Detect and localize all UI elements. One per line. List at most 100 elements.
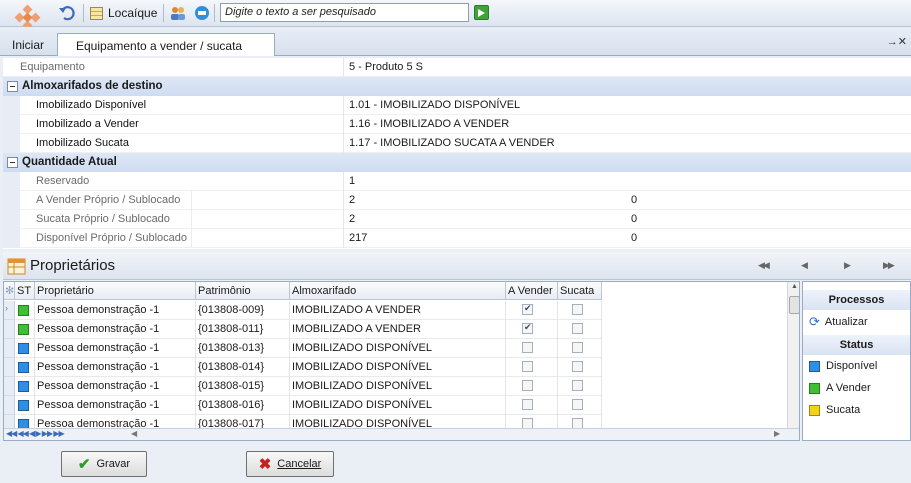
owner-cell[interactable]: Pessoa demonstração -1 bbox=[35, 320, 196, 339]
sucata-checkbox[interactable] bbox=[572, 380, 583, 391]
next-page-icon[interactable]: ▶ bbox=[844, 260, 851, 271]
tab-equipamento[interactable]: Equipamento a vender / sucata bbox=[57, 33, 275, 56]
sucata-checkbox[interactable] bbox=[572, 304, 583, 315]
tab-iniciar[interactable]: Iniciar bbox=[2, 33, 54, 56]
row-indicator[interactable] bbox=[4, 396, 15, 415]
owner-cell[interactable]: Pessoa demonstração -1 bbox=[35, 377, 196, 396]
sucata-cell bbox=[558, 377, 602, 396]
row-indicator[interactable] bbox=[4, 358, 15, 377]
column-header-a-vender[interactable]: A Vender bbox=[506, 282, 558, 300]
gravar-button[interactable]: ✔ Gravar bbox=[61, 451, 147, 477]
record-navigator-icon[interactable]: ◀◀ ◀◀ ◀ ▶ ▶▶ ▶▶ bbox=[6, 429, 65, 438]
asset-cell[interactable]: {013808-016} bbox=[196, 396, 290, 415]
users-icon[interactable] bbox=[170, 4, 186, 22]
table-row[interactable]: Pessoa demonstração -1 {013808-013} IMOBIL… bbox=[4, 339, 604, 358]
status-cell bbox=[15, 377, 35, 396]
undo-icon[interactable] bbox=[58, 4, 76, 22]
a-vender-checkbox[interactable] bbox=[522, 380, 533, 391]
a-vender-checkbox[interactable] bbox=[522, 399, 533, 410]
property-value[interactable]: 1.16 - IMOBILIZADO A VENDER bbox=[349, 118, 509, 130]
sucata-checkbox[interactable] bbox=[572, 399, 583, 410]
search-placeholder: Digite o texto a ser pesquisado bbox=[225, 6, 377, 18]
property-value[interactable]: 1.01 - IMOBILIZADO DISPONÍVEL bbox=[349, 99, 520, 111]
grid-corner: ✻ bbox=[4, 282, 15, 300]
refresh-icon: ⟳ bbox=[809, 314, 820, 329]
sucata-checkbox[interactable] bbox=[572, 323, 583, 334]
column-header-st[interactable]: ST bbox=[15, 282, 35, 300]
a-vender-cell bbox=[506, 301, 558, 320]
owners-header: Proprietários ◀◀ ◀ ▶ ▶▶ bbox=[3, 252, 911, 280]
column-header-sucata[interactable]: Sucata bbox=[558, 282, 602, 300]
property-row: A Vender Próprio / Sublocado 2 0 bbox=[3, 191, 911, 210]
section-quantidade[interactable]: Quantidade Atual bbox=[3, 153, 911, 172]
collapse-icon[interactable] bbox=[7, 157, 18, 168]
table-row[interactable]: Pessoa demonstração -1 {013808-011} IMOBIL… bbox=[4, 320, 604, 339]
property-row: Imobilizado Disponível 1.01 - IMOBILIZAD… bbox=[3, 96, 911, 115]
asset-cell[interactable]: {013808-009} bbox=[196, 301, 290, 320]
asset-cell[interactable]: {013808-013} bbox=[196, 339, 290, 358]
sucata-checkbox[interactable] bbox=[572, 361, 583, 372]
toolbar: Locaíque Digite o texto a ser pesquisado bbox=[0, 0, 911, 27]
a-vender-checkbox[interactable] bbox=[522, 322, 533, 334]
last-page-icon[interactable]: ▶▶ bbox=[883, 260, 895, 271]
search-input[interactable]: Digite o texto a ser pesquisado bbox=[220, 3, 469, 22]
owner-cell[interactable]: Pessoa demonstração -1 bbox=[35, 396, 196, 415]
search-go-icon[interactable] bbox=[474, 5, 489, 20]
column-header-patrimonio[interactable]: Patrimônio bbox=[196, 282, 290, 300]
row-indicator[interactable]: › bbox=[4, 301, 15, 320]
locaique-button[interactable]: Locaíque bbox=[90, 4, 157, 22]
warehouse-cell[interactable]: IMOBILIZADO DISPONÍVEL bbox=[290, 377, 506, 396]
a-vender-checkbox[interactable] bbox=[522, 361, 533, 372]
property-value-sublocado: 0 bbox=[631, 194, 638, 206]
property-value[interactable]: 1.17 - IMOBILIZADO SUCATA A VENDER bbox=[349, 137, 555, 149]
a-vender-checkbox[interactable] bbox=[522, 303, 533, 315]
cancelar-button[interactable]: ✖ Cancelar bbox=[246, 451, 334, 477]
owner-cell[interactable]: Pessoa demonstração -1 bbox=[35, 339, 196, 358]
scroll-thumb[interactable] bbox=[789, 296, 799, 314]
section-almoxarifados[interactable]: Almoxarifados de destino bbox=[3, 77, 911, 96]
prev-page-icon[interactable]: ◀ bbox=[801, 260, 808, 271]
side-panel: Processos ⟳ Atualizar Status Disponível … bbox=[802, 281, 911, 441]
property-value-proprio: 2 bbox=[349, 194, 356, 206]
status-cell bbox=[15, 339, 35, 358]
a-vender-checkbox[interactable] bbox=[522, 342, 533, 353]
warehouse-cell[interactable]: IMOBILIZADO A VENDER bbox=[290, 301, 506, 320]
property-label: Imobilizado Sucata bbox=[36, 137, 129, 149]
status-label: Disponível bbox=[826, 360, 878, 372]
table-row[interactable]: Pessoa demonstração -1 {013808-014} IMOBIL… bbox=[4, 358, 604, 377]
warehouse-cell[interactable]: IMOBILIZADO A VENDER bbox=[290, 320, 506, 339]
scroll-right-icon[interactable]: ▶ bbox=[774, 429, 780, 438]
vertical-scrollbar[interactable]: ▲ bbox=[787, 282, 799, 428]
warehouse-cell[interactable]: IMOBILIZADO DISPONÍVEL bbox=[290, 339, 506, 358]
column-header-proprietario[interactable]: Proprietário bbox=[35, 282, 196, 300]
window-icon[interactable] bbox=[194, 4, 210, 22]
scroll-up-icon[interactable]: ▲ bbox=[789, 283, 799, 293]
row-indicator[interactable] bbox=[4, 320, 15, 339]
table-row[interactable]: Pessoa demonstração -1 {013808-015} IMOBIL… bbox=[4, 377, 604, 396]
sucata-checkbox[interactable] bbox=[572, 342, 583, 353]
asset-cell[interactable]: {013808-014} bbox=[196, 358, 290, 377]
first-page-icon[interactable]: ◀◀ bbox=[758, 260, 770, 271]
owner-cell[interactable]: Pessoa demonstração -1 bbox=[35, 358, 196, 377]
table-row[interactable]: Pessoa demonstração -1 {013808-016} IMOBIL… bbox=[4, 396, 604, 415]
warehouse-cell[interactable]: IMOBILIZADO DISPONÍVEL bbox=[290, 396, 506, 415]
asset-cell[interactable]: {013808-015} bbox=[196, 377, 290, 396]
column-header-almoxarifado[interactable]: Almoxarifado bbox=[290, 282, 506, 300]
atualizar-button[interactable]: ⟳ Atualizar bbox=[809, 314, 868, 330]
status-label: Sucata bbox=[826, 404, 861, 416]
row-indicator[interactable] bbox=[4, 377, 15, 396]
close-tab-icon[interactable]: →✕ bbox=[887, 35, 907, 48]
owner-cell[interactable]: Pessoa demonstração -1 bbox=[35, 301, 196, 320]
sucata-cell bbox=[558, 301, 602, 320]
status-swatch bbox=[809, 360, 820, 372]
collapse-icon[interactable] bbox=[7, 81, 18, 92]
asset-cell[interactable]: {013808-011} bbox=[196, 320, 290, 339]
status-swatch bbox=[809, 382, 820, 394]
scroll-left-icon[interactable]: ◀ bbox=[131, 429, 137, 438]
row-indicator[interactable] bbox=[4, 339, 15, 358]
warehouse-cell[interactable]: IMOBILIZADO DISPONÍVEL bbox=[290, 358, 506, 377]
atualizar-label: Atualizar bbox=[824, 316, 868, 328]
equipamento-value[interactable]: 5 - Produto 5 S bbox=[349, 61, 423, 73]
row-gutter bbox=[3, 229, 20, 248]
table-row[interactable]: › Pessoa demonstração -1 {013808-009} IMOBI… bbox=[4, 301, 604, 320]
